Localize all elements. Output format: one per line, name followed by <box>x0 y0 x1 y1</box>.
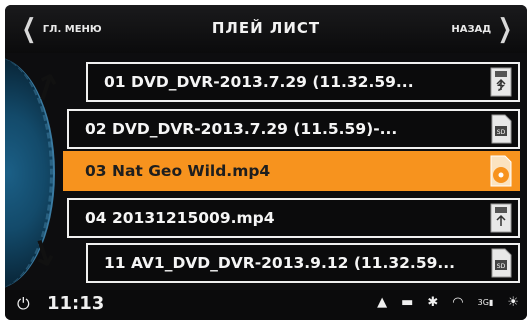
status-icons: ▲ ▬ ✱ ◠ 3G▮ ☀ <box>377 295 519 310</box>
power-icon[interactable]: ⏻ <box>17 294 30 314</box>
usb-icon <box>488 202 514 234</box>
playlist-item-label: 04 20131215009.mp4 <box>85 209 275 227</box>
playlist-item-label: 01 DVD_DVR-2013.7.29 (11.32.59... <box>104 73 414 91</box>
cellular-label: 3G <box>477 298 489 307</box>
usb-icon: ⭍ <box>488 66 514 98</box>
playlist-item-label: 03 Nat Geo Wild.mp4 <box>85 162 271 180</box>
status-bar: ⏻ 11:13 ▲ ▬ ✱ ◠ 3G▮ ☀ <box>5 290 527 320</box>
disc-file-icon <box>488 155 514 187</box>
cellular-signal-icon: 3G▮ <box>477 298 494 307</box>
brightness-icon[interactable]: ☀ <box>507 295 519 310</box>
playlist-item-label: 02 DVD_DVR-2013.7.29 (11.5.59)-... <box>85 120 398 138</box>
sd-card-icon: SD <box>488 247 514 279</box>
svg-text:SD: SD <box>497 129 506 136</box>
clock-time: 11:13 <box>47 293 105 314</box>
back-label: НАЗАД <box>451 23 492 35</box>
playlist-item[interactable]: 02 DVD_DVR-2013.7.29 (11.5.59)-... SD <box>67 109 520 149</box>
playlist-item[interactable]: 01 DVD_DVR-2013.7.29 (11.32.59... ⭍ <box>86 62 520 102</box>
header-bar: ❮ ГЛ. МЕНЮ ПЛЕЙ ЛИСТ НАЗАД ❯ <box>5 5 527 53</box>
navigation-arrow-icon: ▲ <box>377 295 388 310</box>
playlist-item[interactable]: 11 AV1_DVD_DVR-2013.9.12 (11.32.59... SD <box>86 243 520 283</box>
playlist: 01 DVD_DVR-2013.7.29 (11.32.59... ⭍ 02 D… <box>5 57 527 289</box>
back-button[interactable]: НАЗАД ❯ <box>451 14 519 44</box>
sd-card-icon: SD <box>488 113 514 145</box>
chevron-right-icon: ❯ <box>498 14 513 44</box>
svg-text:SD: SD <box>497 263 506 270</box>
media-player-screen: ❮ ГЛ. МЕНЮ ПЛЕЙ ЛИСТ НАЗАД ❯ ↑ ↓ 01 DVD_… <box>5 5 527 320</box>
page-title: ПЛЕЙ ЛИСТ <box>211 19 321 37</box>
playlist-item-label: 11 AV1_DVD_DVR-2013.9.12 (11.32.59... <box>104 254 456 272</box>
playlist-item-selected[interactable]: 03 Nat Geo Wild.mp4 <box>63 151 520 191</box>
playlist-item[interactable]: 04 20131215009.mp4 <box>67 198 520 238</box>
wifi-icon: ◠ <box>452 295 464 310</box>
bluetooth-icon: ✱ <box>427 295 439 310</box>
battery-icon: ▬ <box>401 295 414 310</box>
